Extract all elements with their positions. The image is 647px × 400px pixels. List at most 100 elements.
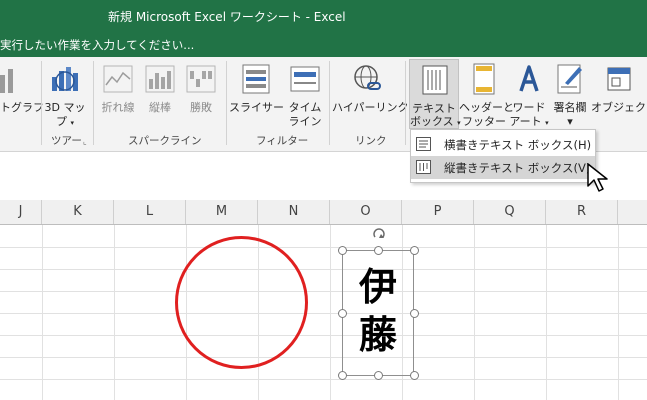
title-bar: 新規 Microsoft Excel ワークシート - Excel [0,0,647,31]
tell-me-input[interactable]: 実行したい作業を入力してください... [0,37,194,53]
column-header[interactable]: M [186,200,258,224]
horizontal-textbox-icon [416,137,431,151]
textbox-icon [422,65,448,95]
sparkline-winloss-icon [186,65,216,93]
column-header[interactable]: P [402,200,474,224]
group-label-links: リンク [355,135,387,147]
sparkline-line-label: 折れ線 [101,101,135,114]
pivot-chart-button[interactable]: トグラフ [0,61,44,121]
resize-handle[interactable] [338,371,347,380]
ribbon-separator [226,61,227,145]
resize-handle[interactable] [338,309,347,318]
dropdown-arrow-icon: ▾ [567,115,573,128]
ribbon-separator [41,61,42,145]
grid-line [0,357,647,358]
wordart-button[interactable]: ワード アート ▾ [509,61,549,133]
group-label-tour: ツアー [51,135,82,147]
textbox-label-line1: テキスト [412,102,456,115]
column-header[interactable]: L [114,200,186,224]
slicer-button[interactable]: スライサー [229,61,284,121]
timeline-icon [290,66,320,92]
ribbon-separator [93,61,94,145]
3d-map-label-line2-wrap: プ ▾ [44,115,86,130]
column-header[interactable]: R [546,200,618,224]
grid-line [0,379,647,380]
column-header[interactable]: J [0,200,42,224]
resize-handle[interactable] [410,371,419,380]
rotate-handle-icon[interactable] [372,227,386,247]
pivot-chart-label: トグラフ [0,101,44,114]
slicer-label: スライサー [229,101,284,114]
3d-map-label-line2: プ [55,115,67,128]
dropdown-arrow-icon: ▾ [70,119,74,127]
textbox-label-line2-wrap: ボックス ▾ [410,115,461,130]
textbox-label-line2: ボックス [410,115,454,128]
sparkline-column-icon [145,65,175,93]
column-header-partial[interactable] [618,200,647,224]
column-header[interactable]: O [330,200,402,224]
menu-item-vertical-textbox[interactable]: 縦書きテキスト ボックス(V) [411,156,595,179]
vertical-text-content: 伊 藤 [343,263,413,359]
column-header[interactable]: N [258,200,330,224]
grid-line [0,247,647,248]
column-header[interactable]: Q [474,200,546,224]
dialog-launcher-icon[interactable]: ⌞ [83,137,87,146]
signature-line-button[interactable]: 署名欄 ▾ [549,61,591,133]
signature-line-label: 署名欄 [553,101,587,114]
hyperlink-button[interactable]: ハイパーリンク [332,61,409,121]
menu-item-label: 縦書きテキスト ボックス(V) [444,161,591,175]
resize-handle[interactable] [410,246,419,255]
grid-line [0,313,647,314]
header-footer-label-line2: フッター [462,115,506,128]
red-circle-shape[interactable] [175,236,308,369]
pivot-chart-icon [0,69,13,93]
signature-line-icon [557,64,582,94]
group-label-sparklines: スパークライン [128,135,202,147]
wordart-icon [519,65,539,92]
wordart-label-line2: アート [509,115,542,128]
wordart-label-line1: ワード [512,101,546,114]
textbox-button[interactable]: テキスト ボックス ▾ [409,59,461,130]
tell-me-bar: 実行したい作業を入力してください... [0,31,647,57]
text-char: 藤 [358,312,397,357]
resize-handle[interactable] [374,246,383,255]
sparkline-column-label: 縦棒 [149,101,171,114]
hyperlink-label: ハイパーリンク [332,101,409,114]
textbox-dropdown-menu: 横書きテキスト ボックス(H) 縦書きテキスト ボックス(V) [410,129,596,183]
wordart-label-line2-wrap: アート ▾ [509,115,549,130]
object-label: オブジェクト [591,101,647,114]
sparkline-line-button[interactable]: 折れ線 [97,61,139,121]
column-header-row: J K L M N O P Q R [0,200,647,225]
mouse-cursor-icon [587,163,608,192]
object-icon [607,67,631,91]
resize-handle[interactable] [410,309,419,318]
sparkline-winloss-button[interactable]: 勝敗 [181,61,221,121]
group-label-filters: フィルター [256,135,309,147]
header-footer-button[interactable]: ヘッダーと フッター [459,61,514,133]
resize-handle[interactable] [374,371,383,380]
globe-map-icon [52,67,78,91]
sparkline-line-icon [103,65,133,93]
sparkline-winloss-label: 勝敗 [190,101,212,114]
text-char: 伊 [358,264,397,309]
ribbon-separator [329,61,330,145]
slicer-icon [242,64,270,94]
3d-map-button[interactable]: 3D マッ プ ▾ [44,61,86,133]
grid-line [0,269,647,270]
menu-item-horizontal-textbox[interactable]: 横書きテキスト ボックス(H) [411,133,595,156]
grid-line [0,335,647,336]
window-title: 新規 Microsoft Excel ワークシート - Excel [108,10,346,24]
sparkline-column-button[interactable]: 縦棒 [141,61,179,121]
menu-item-label: 横書きテキスト ボックス(H) [444,138,592,152]
resize-handle[interactable] [338,246,347,255]
object-button[interactable]: オブジェクト [591,61,647,121]
column-header[interactable]: K [42,200,114,224]
timeline-button[interactable]: タイム ライン [285,61,325,133]
worksheet-grid[interactable] [0,225,647,400]
3d-map-label-line1: 3D マッ [44,101,86,114]
timeline-label-line2: ライン [288,115,322,128]
header-footer-label-line1: ヘッダーと [459,101,514,114]
vertical-text-box[interactable]: 伊 藤 [342,250,414,376]
vertical-textbox-icon [416,160,431,174]
timeline-label-line1: タイム [288,101,322,114]
